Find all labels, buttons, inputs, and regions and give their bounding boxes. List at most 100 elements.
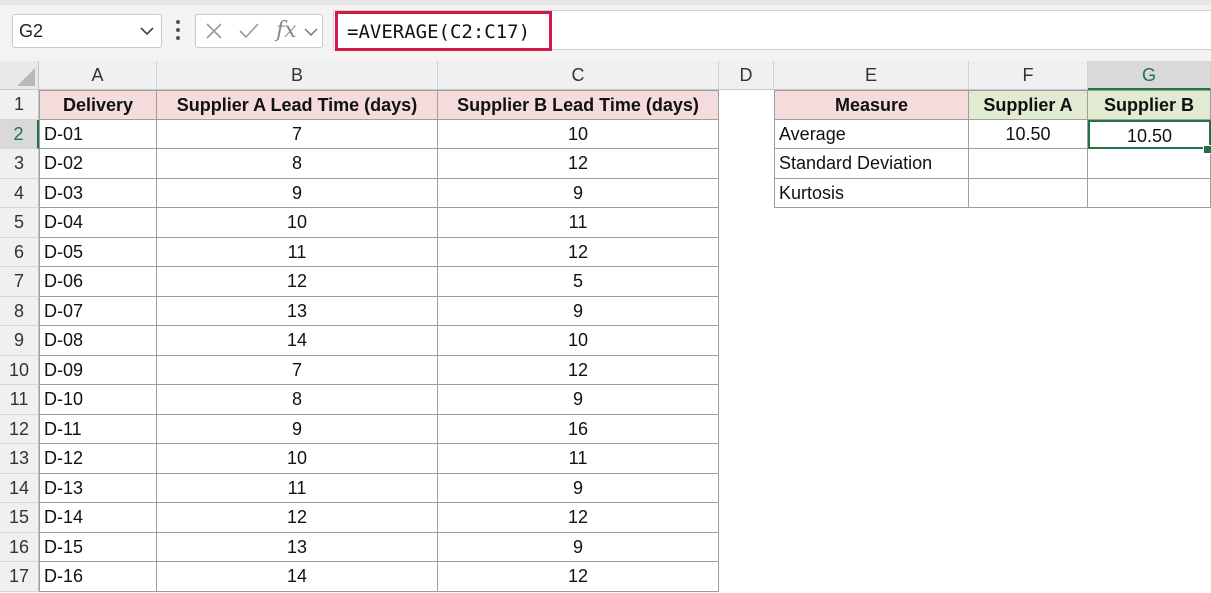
row-header-1[interactable]: 1 <box>0 90 39 120</box>
table-cell[interactable]: 10 <box>438 326 719 356</box>
table-cell[interactable]: 13 <box>157 296 438 326</box>
table-cell[interactable]: D-06 <box>39 267 157 297</box>
table-cell[interactable]: 11 <box>157 237 438 267</box>
table-cell[interactable]: 10 <box>438 119 719 149</box>
column-header-g[interactable]: G <box>1088 61 1211 90</box>
summary-cell[interactable]: Kurtosis <box>774 178 969 208</box>
row-header-11[interactable]: 11 <box>0 385 39 415</box>
row-header-5[interactable]: 5 <box>0 208 39 238</box>
table-cell[interactable]: 12 <box>438 237 719 267</box>
table-cell[interactable]: 14 <box>157 326 438 356</box>
table-cell[interactable]: 7 <box>157 355 438 385</box>
table-cell[interactable]: 9 <box>438 296 719 326</box>
cancel-icon[interactable] <box>204 21 224 46</box>
summary-cell[interactable]: Standard Deviation <box>774 149 969 179</box>
name-box-value: G2 <box>19 21 44 41</box>
row-header-14[interactable]: 14 <box>0 473 39 503</box>
table-cell[interactable]: D-16 <box>39 562 157 592</box>
summary-cell[interactable]: Average <box>774 119 969 149</box>
table-cell[interactable]: 11 <box>438 444 719 474</box>
row-header-16[interactable]: 16 <box>0 532 39 562</box>
name-box[interactable]: G2 <box>12 14 162 48</box>
column-header-a[interactable]: A <box>39 61 157 90</box>
table-cell[interactable]: D-04 <box>39 208 157 238</box>
summary-cell[interactable]: 10.50 <box>969 119 1088 149</box>
table-cell[interactable]: D-03 <box>39 178 157 208</box>
row-header-15[interactable]: 15 <box>0 503 39 533</box>
table-cell[interactable]: 12 <box>157 267 438 297</box>
table-cell[interactable]: 13 <box>157 532 438 562</box>
table-cell[interactable]: D-02 <box>39 149 157 179</box>
table-cell[interactable]: 5 <box>438 267 719 297</box>
table-cell[interactable]: 9 <box>438 473 719 503</box>
row-header-13[interactable]: 13 <box>0 444 39 474</box>
row-header-7[interactable]: 7 <box>0 267 39 297</box>
more-options-icon[interactable] <box>176 20 180 42</box>
table-cell[interactable]: D-10 <box>39 385 157 415</box>
select-all-corner[interactable] <box>0 61 39 90</box>
row-header-12[interactable]: 12 <box>0 414 39 444</box>
summary-cell[interactable] <box>1088 149 1211 179</box>
row-header-2[interactable]: 2 <box>0 119 39 149</box>
summary-cell[interactable] <box>969 149 1088 179</box>
table-cell[interactable]: 8 <box>157 385 438 415</box>
table-cell[interactable]: 12 <box>157 503 438 533</box>
insert-function-icon[interactable]: fx <box>276 18 297 43</box>
table-cell[interactable]: 9 <box>157 414 438 444</box>
row-header-9[interactable]: 9 <box>0 326 39 356</box>
chevron-down-icon[interactable] <box>139 23 155 44</box>
row-header-4[interactable]: 4 <box>0 178 39 208</box>
summary-cell[interactable] <box>969 178 1088 208</box>
table-cell[interactable]: 9 <box>157 178 438 208</box>
table-cell[interactable]: 9 <box>438 385 719 415</box>
row-header-6[interactable]: 6 <box>0 237 39 267</box>
table-cell[interactable]: 9 <box>438 178 719 208</box>
table-cell[interactable]: 12 <box>438 562 719 592</box>
table-cell[interactable]: 8 <box>157 149 438 179</box>
row-header-17[interactable]: 17 <box>0 562 39 592</box>
formula-text: =AVERAGE(C2:C17) <box>347 21 531 43</box>
table-cell[interactable]: D-09 <box>39 355 157 385</box>
main-header-a[interactable]: Delivery <box>39 90 157 120</box>
table-cell[interactable]: D-01 <box>39 119 157 149</box>
table-cell[interactable]: 14 <box>157 562 438 592</box>
table-cell[interactable]: D-15 <box>39 532 157 562</box>
column-header-b[interactable]: B <box>157 61 438 90</box>
row-header-10[interactable]: 10 <box>0 355 39 385</box>
chevron-down-icon[interactable] <box>304 25 318 43</box>
column-header-e[interactable]: E <box>774 61 969 90</box>
summary-header-supplier-a[interactable]: Supplier A <box>969 90 1088 120</box>
table-cell[interactable]: D-14 <box>39 503 157 533</box>
summary-header-measure[interactable]: Measure <box>774 90 969 120</box>
enter-check-icon[interactable] <box>238 21 260 46</box>
main-header-c[interactable]: Supplier B Lead Time (days) <box>438 90 719 120</box>
table-cell[interactable]: 12 <box>438 149 719 179</box>
row-header-8[interactable]: 8 <box>0 296 39 326</box>
table-cell[interactable]: D-05 <box>39 237 157 267</box>
table-cell[interactable]: 10 <box>157 444 438 474</box>
summary-header-supplier-b[interactable]: Supplier B <box>1088 90 1211 120</box>
table-cell[interactable]: 16 <box>438 414 719 444</box>
column-header-c[interactable]: C <box>438 61 719 90</box>
table-cell[interactable]: 12 <box>438 355 719 385</box>
row-header-3[interactable]: 3 <box>0 149 39 179</box>
table-cell[interactable]: 7 <box>157 119 438 149</box>
table-cell[interactable]: 10 <box>157 208 438 238</box>
table-cell[interactable]: 11 <box>157 473 438 503</box>
formula-controls: fx <box>195 14 323 48</box>
fill-handle[interactable] <box>1203 145 1211 154</box>
column-header-d[interactable]: D <box>719 61 774 90</box>
table-cell[interactable]: D-08 <box>39 326 157 356</box>
active-cell-g2[interactable]: 10.50 <box>1088 119 1211 149</box>
table-cell[interactable]: 12 <box>438 503 719 533</box>
table-cell[interactable]: D-07 <box>39 296 157 326</box>
table-cell[interactable]: D-12 <box>39 444 157 474</box>
table-cell[interactable]: 11 <box>438 208 719 238</box>
table-cell[interactable]: D-11 <box>39 414 157 444</box>
column-header-f[interactable]: F <box>969 61 1088 90</box>
main-header-b[interactable]: Supplier A Lead Time (days) <box>157 90 438 120</box>
summary-cell[interactable] <box>1088 178 1211 208</box>
formula-highlight[interactable]: =AVERAGE(C2:C17) <box>335 11 552 51</box>
table-cell[interactable]: 9 <box>438 532 719 562</box>
table-cell[interactable]: D-13 <box>39 473 157 503</box>
